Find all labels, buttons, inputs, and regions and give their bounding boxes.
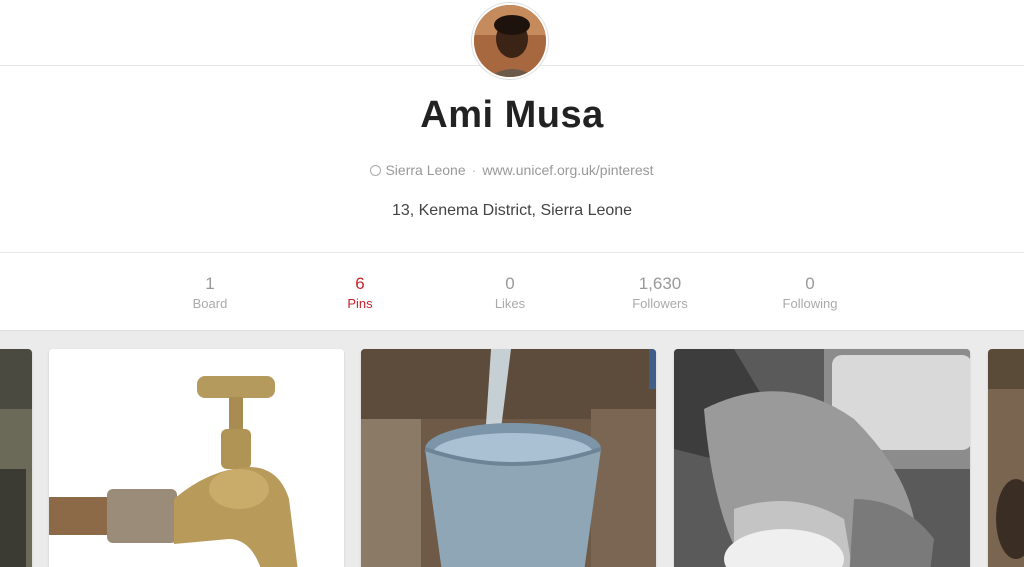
- profile-stats-tabs: 1 Board 6 Pins 0 Likes 1,630 Followers 0…: [135, 274, 885, 324]
- profile-about: 13, Kenema District, Sierra Leone: [391, 202, 633, 219]
- likes-count: 0: [505, 274, 515, 293]
- followers-count: 1,630: [638, 274, 682, 293]
- tab-following[interactable]: 0 Following: [735, 274, 885, 324]
- bucket-image: [361, 349, 656, 567]
- profile-name: Ami Musa: [420, 94, 604, 136]
- location-icon: [370, 165, 382, 176]
- boards-label: Board: [192, 296, 228, 311]
- profile-website-link[interactable]: www.unicef.org.uk/pinterest: [482, 162, 653, 178]
- partial-pin-left[interactable]: [0, 349, 32, 567]
- water-tap-pin[interactable]: [49, 349, 344, 567]
- likes-label: Likes: [494, 296, 526, 311]
- pins-count: 6: [355, 274, 365, 293]
- separator-dot: ·: [471, 162, 477, 178]
- hand-washing-pin[interactable]: [674, 349, 970, 567]
- followers-label: Followers: [632, 296, 688, 311]
- boards-count: 1: [205, 274, 215, 293]
- tab-boards[interactable]: 1 Board: [135, 274, 285, 324]
- hands-image: [674, 349, 970, 567]
- pins-label: Pins: [347, 296, 373, 311]
- divider: [0, 252, 1024, 253]
- tab-pins[interactable]: 6 Pins: [285, 274, 435, 324]
- tab-followers[interactable]: 1,630 Followers: [585, 274, 735, 324]
- profile-avatar[interactable]: [472, 3, 548, 79]
- avatar-image: [474, 5, 546, 77]
- tap-image: [49, 349, 344, 567]
- profile-meta: Sierra Leone · www.unicef.org.uk/pinterest: [0, 162, 1024, 178]
- following-label: Following: [782, 296, 838, 311]
- pin-image: [0, 349, 32, 567]
- following-count: 0: [805, 274, 815, 293]
- pin-image: [988, 349, 1024, 567]
- profile-location: Sierra Leone: [385, 162, 466, 178]
- partial-pin-right[interactable]: [988, 349, 1024, 567]
- tab-likes[interactable]: 0 Likes: [435, 274, 585, 324]
- water-bucket-pin[interactable]: [361, 349, 656, 567]
